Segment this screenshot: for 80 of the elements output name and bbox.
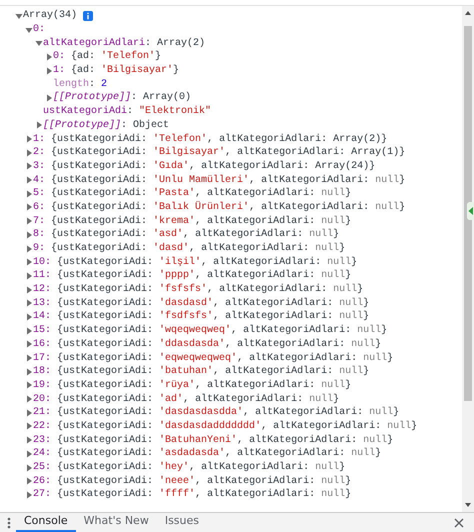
console-entry: 11: {ustKategoriAdi: 'pppp', altKategoriAdlari: null} — [33, 268, 352, 284]
expand-arrow-icon[interactable] — [45, 94, 53, 102]
console-entry: 10: {ustKategoriAdi: 'ilşil', altKategoriAdlari: null} — [33, 256, 358, 270]
console-entry: 15: {ustKategoriAdi: 'wqeqweqweq', altKategoriAdlari: null} — [33, 324, 388, 338]
console-entry: 25: {ustKategoriAdi: 'hey', altKategoriAdlari: null} — [33, 460, 346, 476]
expand-arrow-icon[interactable] — [25, 395, 33, 404]
scrollbar-thumb[interactable] — [464, 26, 472, 401]
expand-arrow-icon[interactable] — [25, 244, 33, 253]
console-entry: 18: {ustKategoriAdi: 'batuhan', altKategoriAdlari: null} — [33, 364, 370, 380]
console-entry: 4: {ustKategoriAdi: 'Unlu Mamülleri', altKategoriAdlari: null} — [33, 174, 406, 188]
scrollbar[interactable] — [462, 6, 474, 512]
console-entry: 21: {ustKategoriAdi: 'dasdasdasdda', altKategoriAdlari: null} — [33, 406, 400, 420]
console-entry: 7: {ustKategoriAdi: 'krema', altKategoriAdlari: null} — [33, 214, 352, 228]
close-icon[interactable] — [454, 518, 464, 528]
console-entry: 24: {ustKategoriAdi: 'asdadasda', altKategoriAdlari: null} — [33, 446, 382, 462]
console-entry: 20: {ustKategoriAdi: 'ad', altKategoriAdlari: null} — [33, 392, 340, 406]
console-entry: 23: {ustKategoriAdi: 'BatuhanYeni', altKategoriAdlari: null} — [33, 434, 394, 448]
side-arrow-icon[interactable] — [467, 202, 474, 220]
expand-arrow-icon[interactable] — [25, 148, 33, 157]
console-entry: 2: {ustKategoriAdi: 'Bilgisayar', altKategoriAdlari: Array(1)} — [33, 146, 406, 160]
console-entry: 14: {ustKategoriAdi: 'fsdfsfs', altKategoriAdlari: null} — [33, 310, 370, 324]
console-entry: 6: {ustKategoriAdi: 'Balık Ürünleri', altKategoriAdlari: null} — [33, 200, 406, 215]
drawer-tab[interactable]: Console — [16, 513, 76, 532]
expand-arrow-icon[interactable] — [25, 422, 33, 430]
console-entry: 0: — [33, 23, 46, 38]
expand-arrow-icon[interactable] — [25, 450, 33, 458]
console-entry: 13: {ustKategoriAdi: 'dasdasd', altKategoriAdlari: null} — [33, 296, 370, 310]
expand-arrow-icon[interactable] — [25, 203, 33, 212]
expand-arrow-icon[interactable] — [25, 436, 33, 444]
collapse-arrow-icon[interactable] — [35, 39, 43, 48]
info-icon[interactable] — [83, 10, 94, 21]
expand-arrow-icon[interactable] — [25, 190, 33, 198]
expand-arrow-icon[interactable] — [25, 176, 33, 184]
console-entry: 8: {ustKategoriAdi: 'asd', altKategoriAdlari: null} — [33, 228, 340, 242]
expand-arrow-icon[interactable] — [25, 162, 33, 170]
expand-arrow-icon[interactable] — [25, 135, 33, 144]
expand-arrow-icon[interactable] — [25, 312, 33, 321]
console-entry: 0: {ad: 'Telefon'} — [53, 50, 162, 64]
drawer-tab[interactable]: Issues — [156, 513, 208, 532]
expand-arrow-icon[interactable] — [25, 381, 33, 390]
expand-arrow-icon[interactable] — [25, 490, 33, 499]
scroll-up-icon[interactable] — [464, 10, 472, 16]
console-entry: Array(34) — [23, 8, 78, 24]
console-entry: altKategoriAdlari: Array(2) — [43, 36, 206, 50]
expand-arrow-icon[interactable] — [25, 217, 33, 226]
collapse-arrow-icon[interactable] — [25, 26, 33, 34]
expand-arrow-icon[interactable] — [25, 477, 33, 486]
console-entry: 26: {ustKategoriAdi: 'neee', altKategoriAdlari: null} — [33, 474, 352, 488]
collapse-arrow-icon[interactable] — [15, 12, 23, 20]
expand-arrow-icon[interactable] — [25, 354, 33, 362]
expand-arrow-icon[interactable] — [25, 230, 33, 239]
expand-arrow-icon[interactable] — [25, 272, 33, 280]
expand-arrow-icon[interactable] — [25, 299, 33, 308]
console-entry: length: 2 — [53, 78, 108, 92]
scroll-down-icon[interactable] — [464, 502, 472, 508]
expand-arrow-icon[interactable] — [25, 326, 33, 335]
console-entry: 1: {ad: 'Bilgisayar'} — [53, 64, 180, 78]
console-entry: 17: {ustKategoriAdi: 'eqweqweqweq', altKategoriAdlari: null} — [33, 352, 394, 366]
console-entry: 3: {ustKategoriAdi: 'Gıda', altKategoriAdlari: Array(24)} — [33, 160, 376, 174]
console-entry: 9: {ustKategoriAdi: 'dasd', altKategoriAdlari: null} — [33, 242, 346, 256]
console-entry: ustKategoriAdi: "Elektronik" — [43, 104, 212, 120]
console-entry: 22: {ustKategoriAdi: 'dasdasdaddddddd', altKategoriAdlari: null} — [33, 420, 418, 434]
drawer-tab[interactable]: What's New — [76, 513, 157, 532]
expand-arrow-icon[interactable] — [25, 258, 33, 266]
expand-arrow-icon[interactable] — [25, 464, 33, 472]
expand-arrow-icon[interactable] — [45, 52, 53, 61]
console-entry: 12: {ustKategoriAdi: 'fsfsfs', altKategoriAdlari: null} — [33, 282, 364, 298]
console-entry: [[Prototype]]: Array(0) — [53, 90, 192, 106]
expand-arrow-icon[interactable] — [25, 368, 33, 376]
console-entry: 27: {ustKategoriAdi: 'ffff', altKategoriAdlari: null} — [33, 488, 352, 502]
expand-arrow-icon[interactable] — [45, 66, 53, 75]
console-entry: 19: {ustKategoriAdi: 'rüya', altKategoriAdlari: null} — [33, 378, 352, 393]
console-entry: 1: {ustKategoriAdi: 'Telefon', altKategoriAdlari: Array(2)} — [33, 132, 388, 146]
expand-arrow-icon[interactable] — [25, 408, 33, 417]
expand-arrow-icon[interactable] — [25, 286, 33, 294]
expand-arrow-icon[interactable] — [35, 121, 43, 130]
console-entry: 5: {ustKategoriAdi: 'Pasta', altKategoriAdlari: null} — [33, 186, 352, 201]
expand-arrow-icon[interactable] — [25, 340, 33, 348]
console-entry: [[Prototype]]: Object — [43, 118, 170, 133]
console-entry: 16: {ustKategoriAdi: 'ddasdasda', altKategoriAdlari: null} — [33, 338, 382, 352]
